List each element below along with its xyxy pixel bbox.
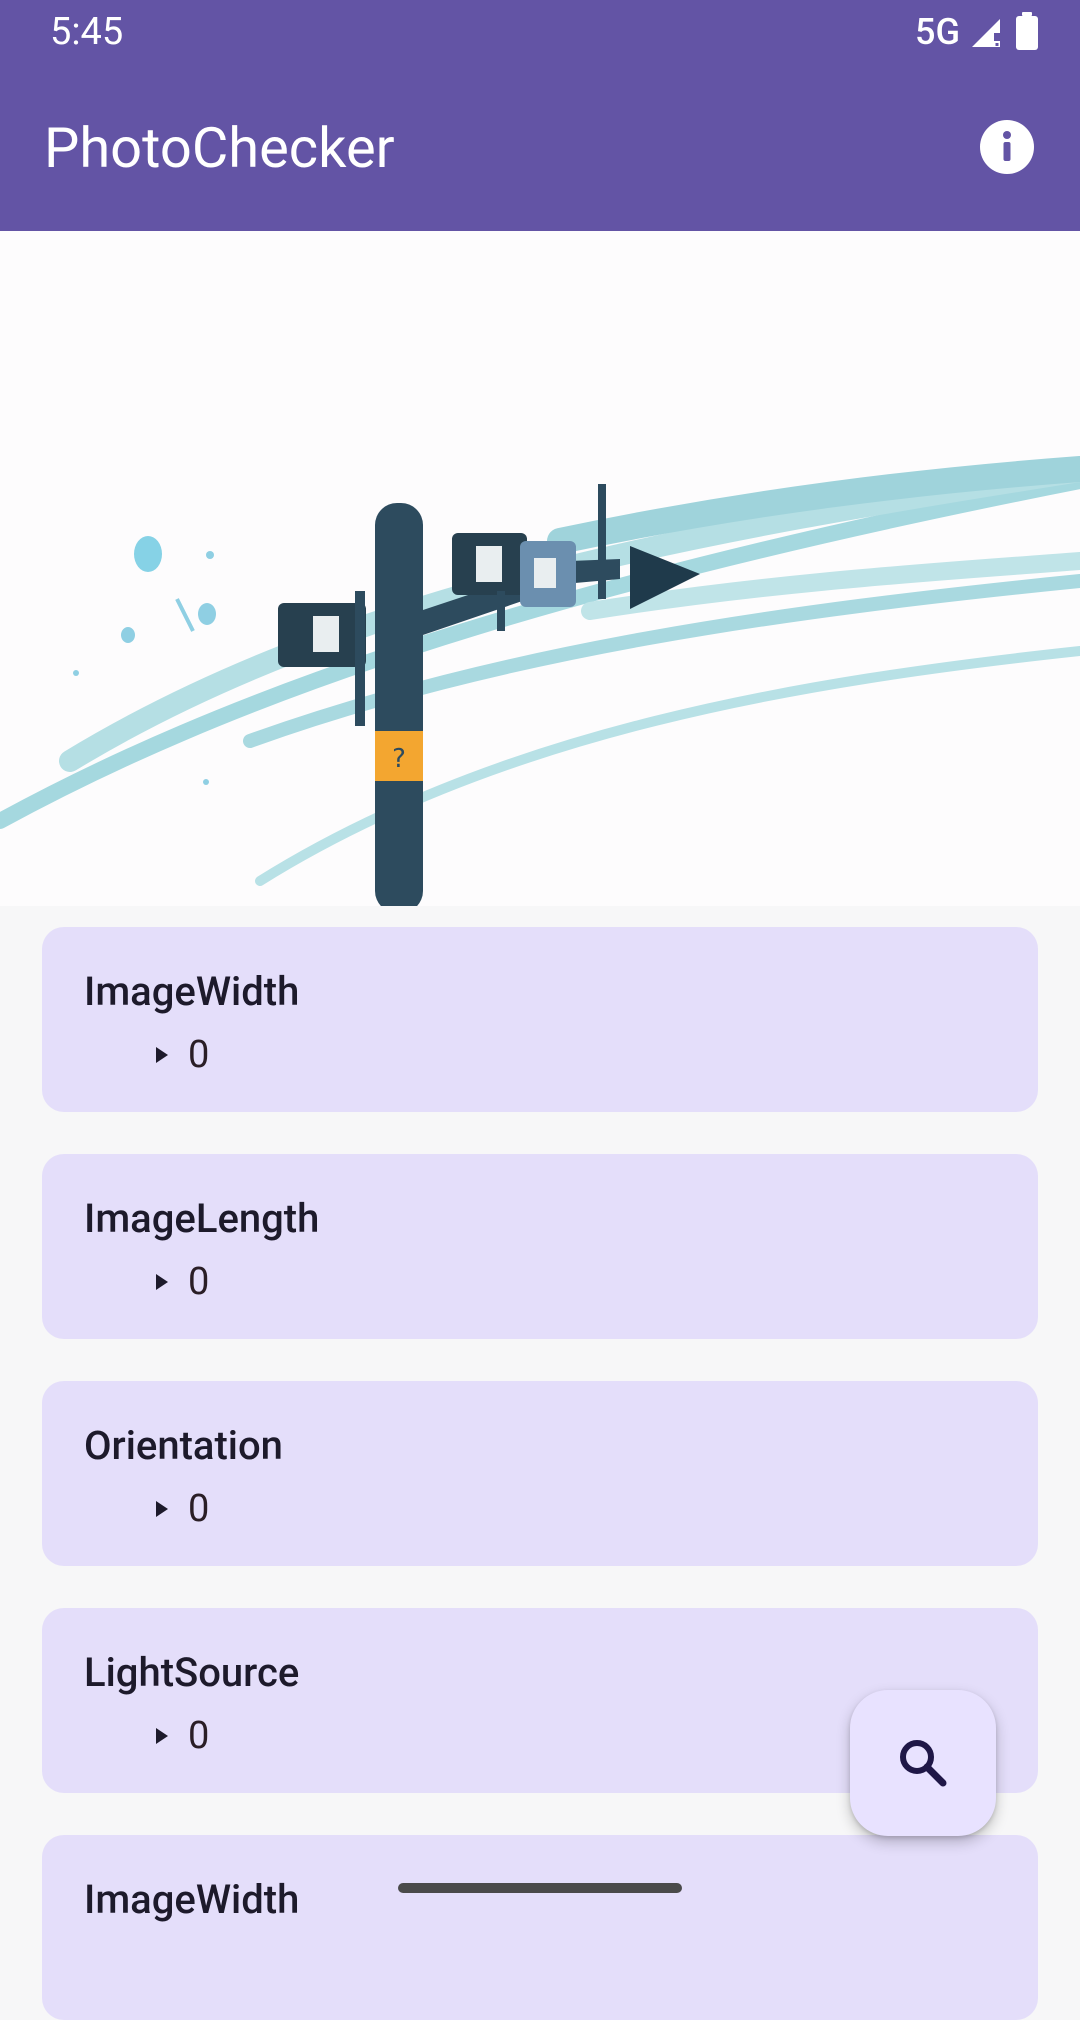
signpost-illustration: ? xyxy=(0,231,1080,906)
svg-text:?: ? xyxy=(392,744,406,774)
info-button[interactable] xyxy=(979,119,1035,175)
exif-card[interactable]: ImageWidth 0 xyxy=(42,927,1038,1112)
status-icons: 5G xyxy=(915,10,1040,54)
exif-tag-name: ImageLength xyxy=(84,1195,320,1242)
exif-tag-value: 0 xyxy=(188,1714,210,1758)
bullet-triangle-icon xyxy=(156,1274,168,1290)
exif-tag-name: ImageWidth xyxy=(84,1876,300,1923)
status-time: 5:45 xyxy=(50,10,124,54)
status-bar: 5:45 5G xyxy=(0,0,1080,64)
bullet-triangle-icon xyxy=(156,1501,168,1517)
exif-value-row: 0 xyxy=(156,1033,209,1077)
exif-tag-value: 0 xyxy=(188,1033,210,1077)
battery-icon xyxy=(1016,12,1038,50)
app-title: PhotoChecker xyxy=(44,115,395,181)
exif-value-row: 0 xyxy=(156,1714,209,1758)
bullet-triangle-icon xyxy=(156,1728,168,1744)
exif-value-row: 0 xyxy=(156,1260,209,1304)
exif-tag-name: ImageWidth xyxy=(84,968,300,1015)
app-bar: PhotoChecker xyxy=(0,64,1080,231)
info-icon xyxy=(980,120,1034,174)
search-fab-button[interactable] xyxy=(850,1690,996,1836)
exif-tag-name: Orientation xyxy=(84,1422,283,1469)
search-icon xyxy=(900,1740,947,1787)
signal-icon xyxy=(972,19,1000,47)
exif-tag-value: 0 xyxy=(188,1487,210,1531)
exif-card[interactable]: Orientation 0 xyxy=(42,1381,1038,1566)
network-type: 5G xyxy=(915,11,960,53)
gesture-nav-handle[interactable] xyxy=(398,1883,682,1893)
exif-card[interactable]: ImageLength 0 xyxy=(42,1154,1038,1339)
exif-tag-value: 0 xyxy=(188,1260,210,1304)
exif-tag-name: LightSource xyxy=(84,1649,300,1696)
exif-value-row: 0 xyxy=(156,1487,209,1531)
photo-preview: ? xyxy=(0,231,1080,906)
bullet-triangle-icon xyxy=(156,1047,168,1063)
exif-card[interactable]: ImageWidth xyxy=(42,1835,1038,2020)
